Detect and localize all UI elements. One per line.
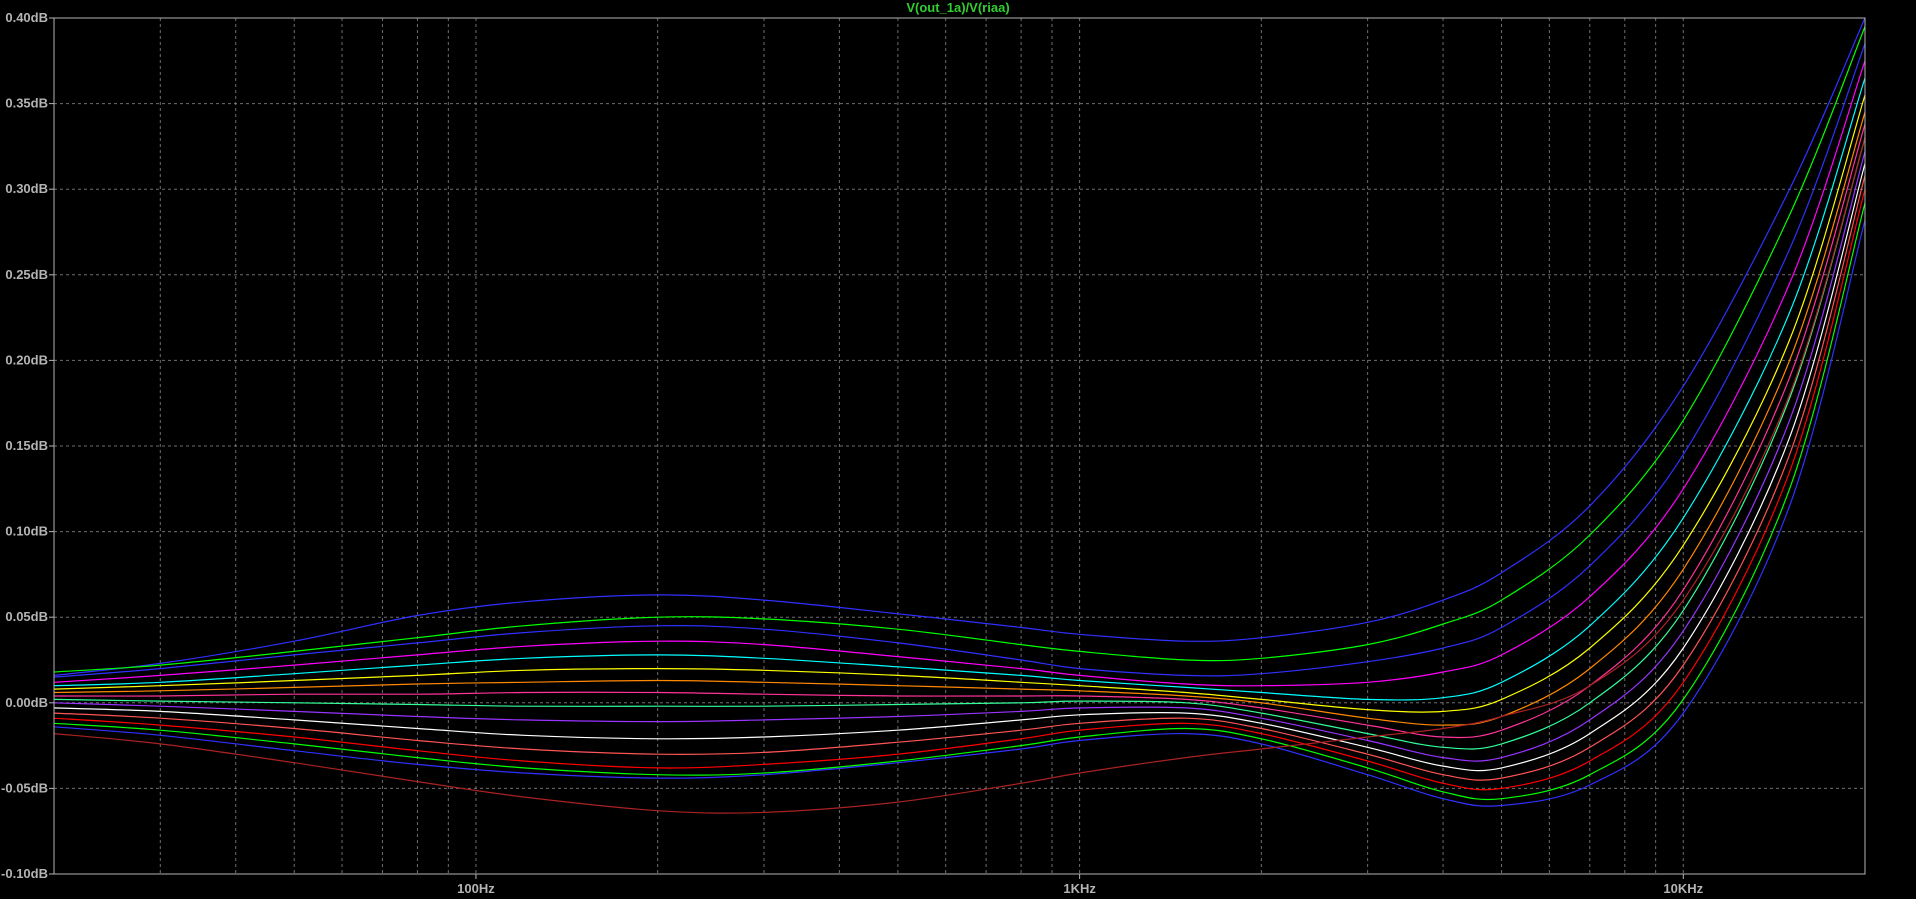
y-tick-label: 0.30dB bbox=[5, 181, 48, 196]
y-tick-label: 0.25dB bbox=[5, 267, 48, 282]
y-tick-label: 0.20dB bbox=[5, 352, 48, 367]
series-line bbox=[53, 219, 1866, 807]
series-line bbox=[53, 77, 1866, 701]
series-line bbox=[53, 112, 1866, 726]
y-tick-label: 0.35dB bbox=[5, 96, 48, 111]
series-line bbox=[53, 94, 1866, 713]
series-line bbox=[53, 26, 1866, 673]
plot-window: V(out_1a)/V(riaa) 0.40dB 0.35dB 0.30dB 0.25… bbox=[0, 0, 1916, 899]
series-line bbox=[53, 175, 1866, 781]
series-line bbox=[53, 202, 1866, 801]
series-line bbox=[53, 137, 1866, 814]
x-tick-label: 1KHz bbox=[1063, 881, 1096, 896]
series-line bbox=[53, 137, 1866, 750]
series-line bbox=[53, 17, 1866, 676]
y-tick-label: 0.00dB bbox=[5, 695, 48, 710]
x-tick-label: 100Hz bbox=[457, 881, 495, 896]
y-tick-label: 0.40dB bbox=[5, 10, 48, 25]
y-tick-label: 0.05dB bbox=[5, 609, 48, 624]
x-tick-label: 10KHz bbox=[1663, 881, 1703, 896]
plot-canvas[interactable]: 0.40dB 0.35dB 0.30dB 0.25dB 0.20dB 0.15dB 0.10… bbox=[0, 0, 1916, 899]
y-tick-label: -0.10dB bbox=[1, 866, 48, 881]
series-line bbox=[53, 60, 1866, 687]
y-tick-label: -0.05dB bbox=[1, 780, 48, 795]
series-line bbox=[53, 151, 1866, 762]
y-tick-label: 0.15dB bbox=[5, 438, 48, 453]
y-tick-label: 0.10dB bbox=[5, 524, 48, 539]
